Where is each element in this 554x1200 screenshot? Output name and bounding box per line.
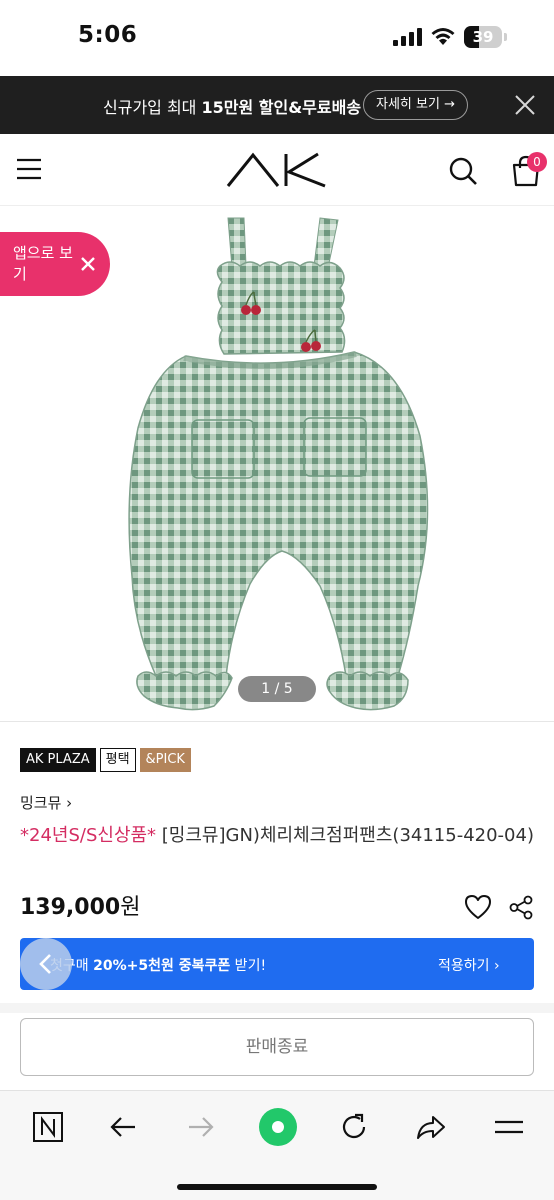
cart-count-badge: 0	[527, 152, 547, 172]
menu-icon[interactable]	[491, 1109, 527, 1145]
status-bar: 5:06 39	[0, 0, 554, 76]
browser-toolbar	[0, 1090, 554, 1200]
price-unit: 원	[120, 895, 141, 920]
title-highlight: *24년S/S신상품*	[20, 825, 157, 846]
home-indicator	[177, 1184, 377, 1190]
coupon-apply-link[interactable]: 적용하기 ›	[438, 955, 500, 975]
home-green-icon[interactable]	[258, 1107, 298, 1147]
naver-n-icon[interactable]	[30, 1109, 66, 1145]
divider	[0, 721, 554, 722]
reload-icon[interactable]	[336, 1109, 372, 1145]
search-icon[interactable]	[448, 156, 478, 186]
ak-logo[interactable]	[226, 152, 328, 188]
open-in-app-button[interactable]: 앱으로 보기	[0, 232, 110, 296]
site-header	[0, 134, 554, 206]
battery-icon: 39	[464, 26, 508, 48]
open-in-app-label: 앱으로 보기	[13, 244, 73, 283]
title-text: [밍크뮤]GN)체리체크점퍼팬츠(34115-420-04)	[156, 825, 534, 846]
cellular-signal-icon	[393, 28, 422, 46]
tag-store: AK PLAZA	[20, 748, 96, 772]
menu-icon[interactable]	[16, 158, 42, 180]
back-arrow-icon[interactable]	[105, 1109, 141, 1145]
promo-text: 신규가입 최대 15만원 할인&무료배송	[103, 98, 362, 117]
close-icon[interactable]	[80, 256, 96, 272]
wifi-icon	[431, 28, 455, 45]
coupon-text: 첫구매 20%+5천원 중복쿠폰 받기!	[50, 958, 267, 974]
status-time: 5:06	[78, 22, 138, 48]
tag-branch: 평택	[99, 748, 136, 772]
back-arrow-icon	[39, 954, 51, 974]
heart-icon[interactable]	[463, 893, 493, 921]
promo-banner[interactable]: 신규가입 최대 15만원 할인&무료배송 자세히 보기 →	[0, 76, 554, 134]
soldout-button[interactable]: 판매종료	[20, 1018, 534, 1076]
share-icon[interactable]	[413, 1109, 449, 1145]
image-counter: 1 / 5	[238, 676, 316, 702]
price-amount: 139,000	[20, 895, 121, 920]
product-title: *24년S/S신상품* [밍크뮤]GN)체리체크점퍼팬츠(34115-420-0…	[20, 822, 540, 849]
product-price: 139,000원	[20, 889, 140, 921]
tag-pick: &PICK	[139, 748, 191, 772]
share-icon[interactable]	[509, 895, 534, 920]
floating-back-button[interactable]	[20, 938, 72, 990]
coupon-banner[interactable]: 첫구매 20%+5천원 중복쿠폰 받기! 적용하기 ›	[20, 938, 534, 990]
forward-arrow-icon[interactable]	[183, 1109, 219, 1145]
brand-link[interactable]: 밍크뮤 ›	[20, 792, 72, 813]
promo-detail-button[interactable]: 자세히 보기 →	[363, 90, 468, 120]
product-tags: AK PLAZA 평택 &PICK	[20, 748, 191, 774]
close-icon[interactable]	[514, 94, 536, 116]
battery-level: 39	[472, 28, 494, 46]
section-divider	[0, 1003, 554, 1013]
